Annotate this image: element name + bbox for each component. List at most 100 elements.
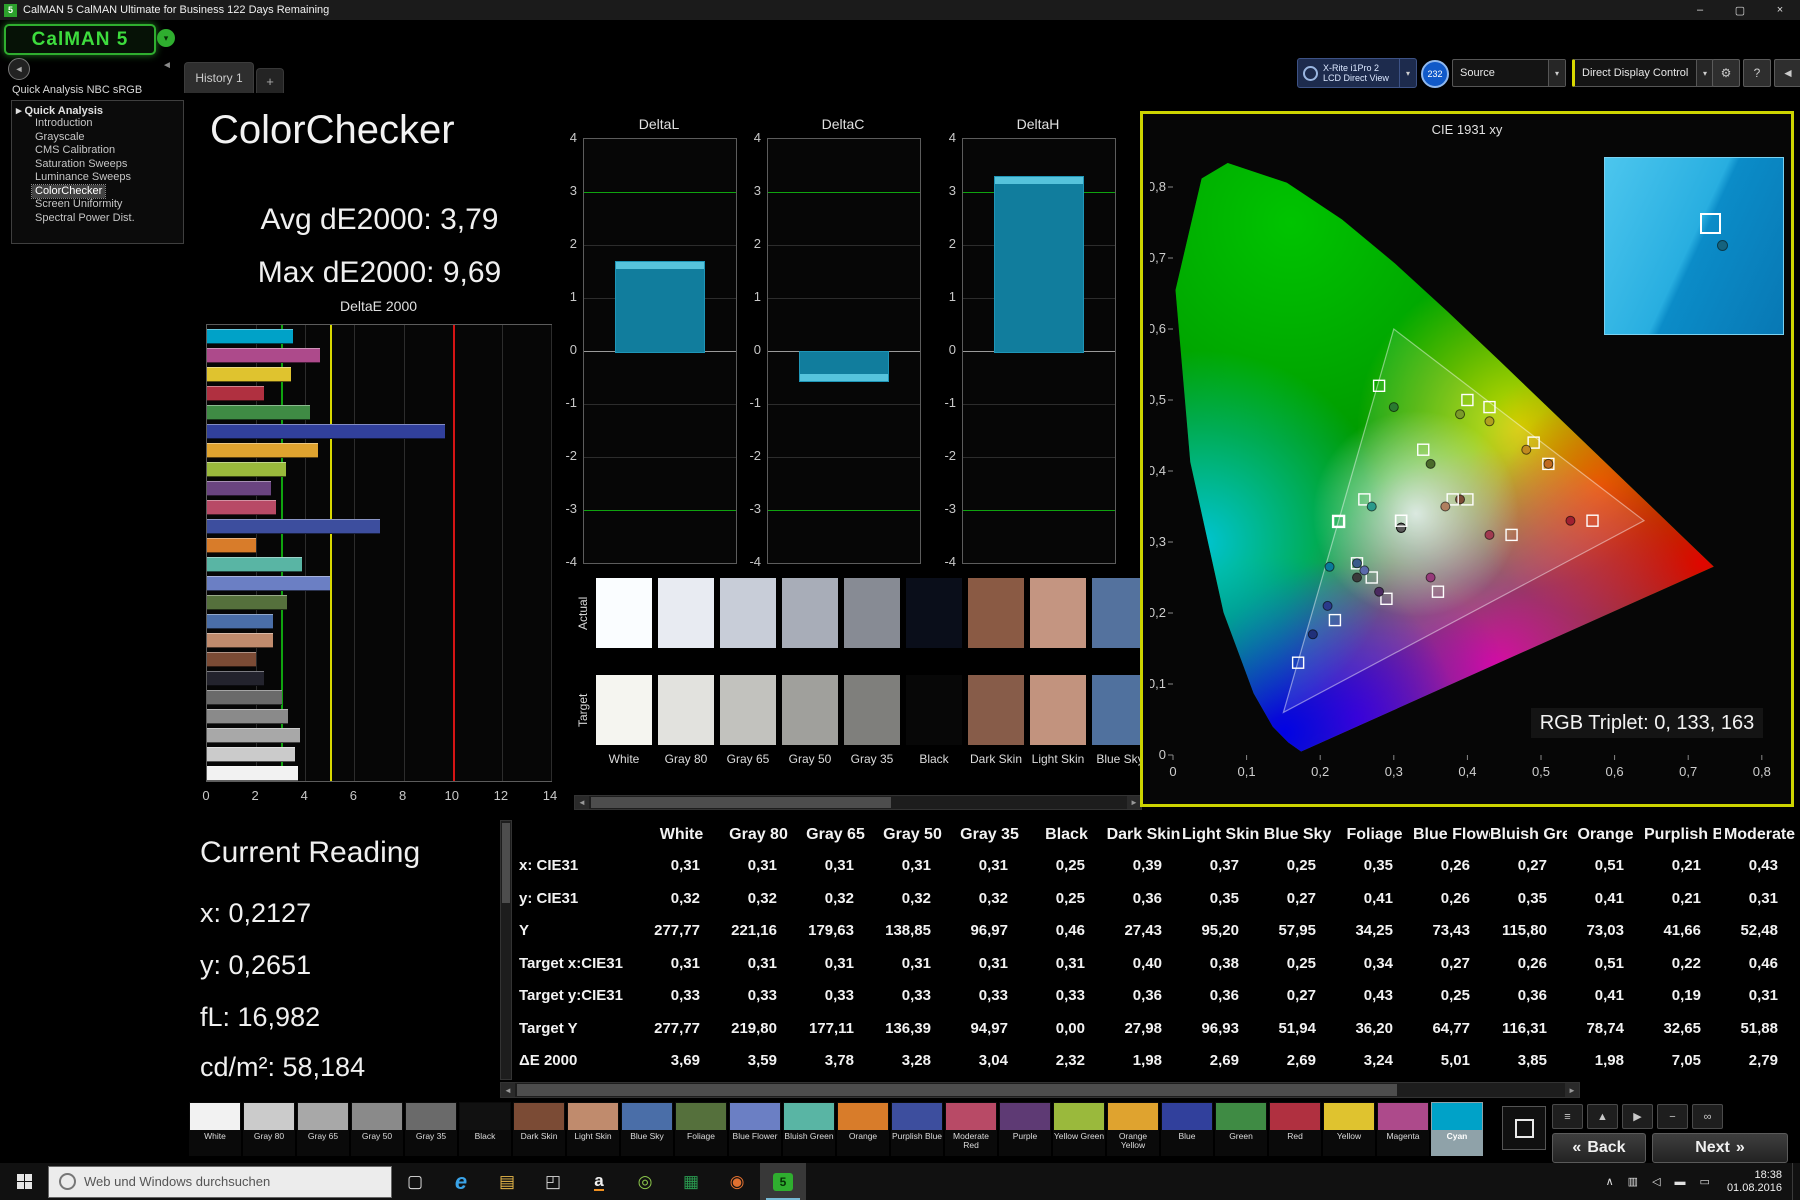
chevron-down-icon[interactable]: ▾ (1696, 60, 1713, 86)
play-icon[interactable]: ▶ (1622, 1104, 1653, 1129)
next-button[interactable]: Next » (1652, 1133, 1788, 1163)
column-header-gray-80: Gray 80 (729, 826, 788, 843)
table-cell: 177,11 (808, 1019, 854, 1037)
sidebar-item-grayscale[interactable]: Grayscale (32, 131, 88, 145)
scroll-right-icon[interactable]: ► (1565, 1083, 1579, 1097)
amazon-icon[interactable]: a (576, 1163, 622, 1200)
maximize-button[interactable]: ▢ (1720, 0, 1760, 20)
patch-chip-yellow[interactable]: Yellow (1323, 1102, 1375, 1156)
actual-row-label: Actual (576, 596, 590, 630)
sidebar-item-cms-calibration[interactable]: CMS Calibration (32, 144, 118, 158)
measured-marker-orange-yellow (1521, 444, 1532, 455)
patch-chip-magenta[interactable]: Magenta (1377, 1102, 1429, 1156)
edge-icon[interactable]: e (438, 1163, 484, 1200)
tab-history-1[interactable]: History 1 (184, 62, 254, 93)
volume-icon[interactable]: ◁ (1645, 1175, 1667, 1188)
paint-icon[interactable]: ◉ (714, 1163, 760, 1200)
loop-icon[interactable]: ∞ (1692, 1104, 1723, 1129)
sidebar-root-item[interactable]: ▸ Quick Analysis (14, 104, 181, 118)
show-desktop-button[interactable] (1792, 1163, 1800, 1200)
patch-chip-gray-65[interactable]: Gray 65 (297, 1102, 349, 1156)
eject-icon[interactable]: ▲ (1587, 1104, 1618, 1129)
lens-icon[interactable]: ◎ (622, 1163, 668, 1200)
bar-blue-flower (207, 576, 331, 591)
source-dropdown[interactable]: Source ▾ (1452, 59, 1566, 87)
table-cell: 96,93 (1201, 1019, 1239, 1037)
help-icon[interactable]: ? (1743, 59, 1771, 87)
patch-chip-purplish-blue[interactable]: Purplish Blue (891, 1102, 943, 1156)
close-button[interactable]: × (1760, 0, 1800, 20)
scroll-right-icon[interactable]: ► (1127, 796, 1141, 809)
patch-chip-cyan[interactable]: Cyan (1431, 1102, 1483, 1156)
chevron-down-icon[interactable]: ▾ (1548, 60, 1565, 86)
row-label-x-cie31: x: CIE31 (519, 857, 579, 874)
patch-color (730, 1103, 780, 1130)
taskbar-search-input[interactable]: Web und Windows durchsuchen (48, 1165, 392, 1198)
sidebar-item-introduction[interactable]: Introduction (32, 117, 95, 131)
patch-chip-red[interactable]: Red (1269, 1102, 1321, 1156)
scroll-thumb[interactable] (591, 797, 891, 808)
patch-chip-blue-sky[interactable]: Blue Sky (621, 1102, 673, 1156)
sidebar-item-luminance-sweeps[interactable]: Luminance Sweeps (32, 171, 134, 185)
axis-tick-label: 0 (569, 342, 577, 357)
patch-chip-black[interactable]: Black (459, 1102, 511, 1156)
add-tab-button[interactable]: + (256, 68, 284, 93)
network-icon[interactable]: ▥ (1621, 1175, 1645, 1188)
patch-chip-purple[interactable]: Purple (999, 1102, 1051, 1156)
sidebar-item-screen-uniformity[interactable]: Screen Uniformity (32, 198, 125, 212)
patch-chip-blue[interactable]: Blue (1161, 1102, 1213, 1156)
sidebar-collapse-icon[interactable]: ◄ (162, 60, 172, 71)
back-button[interactable]: « Back (1552, 1133, 1646, 1163)
action-center-icon[interactable]: ▭ (1693, 1175, 1717, 1188)
patch-chip-gray-80[interactable]: Gray 80 (243, 1102, 295, 1156)
minimize-button[interactable]: – (1680, 0, 1720, 20)
sidebar-item-saturation-sweeps[interactable]: Saturation Sweeps (32, 158, 130, 172)
patch-strip-scrollbar[interactable]: ◄ ► (574, 795, 1142, 810)
actual-swatch-blue-sky (1092, 578, 1140, 648)
settings-icon[interactable]: ⚙ (1712, 59, 1740, 87)
keyboard-icon[interactable]: ▬ (1668, 1175, 1693, 1188)
patch-chip-moderate-red[interactable]: Moderate Red (945, 1102, 997, 1156)
stop-button[interactable] (1502, 1106, 1546, 1150)
patch-label: White (204, 1131, 226, 1141)
scroll-left-icon[interactable]: ◄ (501, 1083, 515, 1097)
column-header-foliage: Foliage (1346, 826, 1403, 843)
table-cell: 0,31 (1748, 987, 1778, 1004)
collapse-panel-icon[interactable]: ◄ (1774, 59, 1800, 87)
patch-chip-blue-flower[interactable]: Blue Flower (729, 1102, 781, 1156)
back-nav-button[interactable]: ◄ (8, 58, 30, 80)
patch-chip-foliage[interactable]: Foliage (675, 1102, 727, 1156)
logo-dropdown-icon[interactable]: ▾ (157, 29, 175, 47)
tray-expand-icon[interactable]: ∧ (1599, 1175, 1621, 1188)
sidebar-item-spectral-power-dist-[interactable]: Spectral Power Dist. (32, 212, 138, 226)
taskbar-clock[interactable]: 18:38 01.08.2016 (1717, 1169, 1792, 1195)
patch-chip-yellow-green[interactable]: Yellow Green (1053, 1102, 1105, 1156)
patch-chip-white[interactable]: White (189, 1102, 241, 1156)
patch-chip-orange[interactable]: Orange (837, 1102, 889, 1156)
minimize-panel-icon[interactable]: − (1657, 1104, 1688, 1129)
file-explorer-icon[interactable]: ▤ (484, 1163, 530, 1200)
sidebar-item-colorchecker[interactable]: ColorChecker (30, 183, 107, 199)
patch-chip-green[interactable]: Green (1215, 1102, 1267, 1156)
patch-chip-gray-50[interactable]: Gray 50 (351, 1102, 403, 1156)
patch-chip-orange-yellow[interactable]: Orange Yellow (1107, 1102, 1159, 1156)
patch-chip-light-skin[interactable]: Light Skin (567, 1102, 619, 1156)
patch-chip-gray-35[interactable]: Gray 35 (405, 1102, 457, 1156)
scroll-left-icon[interactable]: ◄ (575, 796, 589, 809)
scroll-thumb[interactable] (502, 823, 510, 903)
scroll-thumb[interactable] (517, 1084, 1397, 1096)
table-cell: 0,46 (1748, 954, 1778, 972)
layers-icon[interactable]: ≡ (1552, 1104, 1583, 1129)
patch-chip-bluish-green[interactable]: Bluish Green (783, 1102, 835, 1156)
table-horizontal-scrollbar[interactable]: ◄ ► (500, 1082, 1580, 1098)
meter-dropdown[interactable]: X-Rite i1Pro 2 LCD Direct View ▾ (1297, 58, 1417, 88)
tree-expand-icon[interactable]: ▸ (16, 104, 22, 117)
chevron-down-icon[interactable]: ▾ (1399, 59, 1416, 87)
patch-chip-dark-skin[interactable]: Dark Skin (513, 1102, 565, 1156)
store-icon[interactable]: ◰ (530, 1163, 576, 1200)
display-control-dropdown[interactable]: Direct Display Control ▾ (1572, 59, 1714, 87)
start-button[interactable] (0, 1163, 48, 1200)
calman-icon[interactable]: 5 (760, 1163, 806, 1200)
task-view-icon[interactable]: ▢ (392, 1163, 438, 1200)
sheets-icon[interactable]: ▦ (668, 1163, 714, 1200)
